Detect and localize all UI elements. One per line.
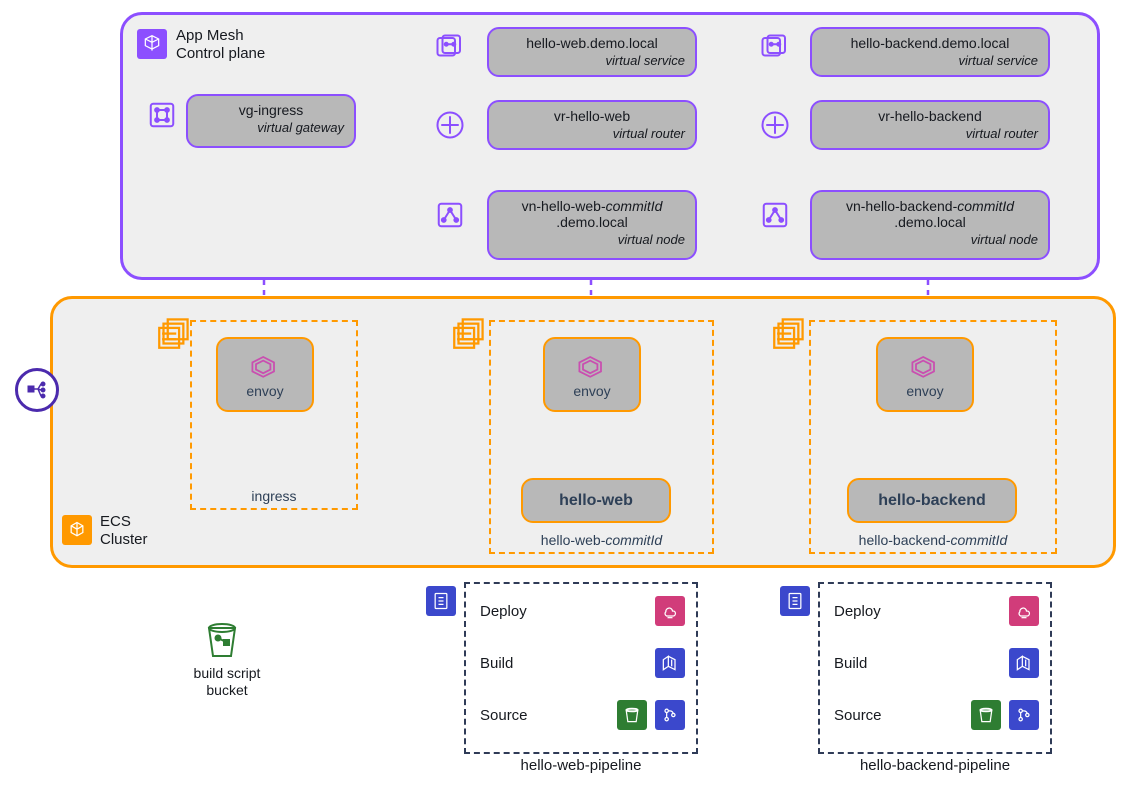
backend-node-name-pre: vn-hello-backend- — [846, 198, 957, 214]
appmesh-title-l1: App Mesh — [176, 27, 265, 45]
web-svc-name: hello-web.demo.local — [499, 35, 685, 51]
task-stack-icon — [155, 318, 189, 352]
ecs-title-l1: ECS — [100, 513, 148, 531]
hello-backend-group-pre: hello-backend- — [859, 532, 951, 548]
appmesh-title-l2: Control plane — [176, 45, 265, 63]
backend-node-type: virtual node — [822, 232, 1038, 247]
envoy-label: envoy — [906, 383, 943, 399]
web-node-name-commit: commitId — [606, 198, 663, 214]
backend-node-name-commit: commitId — [957, 198, 1014, 214]
virtual-gateway-icon — [147, 100, 177, 130]
hello-web-group-label: hello-web-commitId — [491, 532, 712, 548]
appmesh-title: App Mesh Control plane — [176, 27, 265, 63]
s3-icon — [617, 700, 647, 730]
hello-backend-group-commit: commitId — [951, 532, 1008, 548]
envoy-label: envoy — [246, 383, 283, 399]
backend-svc-type: virtual service — [822, 53, 1038, 68]
web-node-type: virtual node — [499, 232, 685, 247]
bucket-label-l1: build script — [182, 665, 272, 682]
web-build-row: Build — [480, 648, 685, 678]
envoy-backend-box: envoy — [876, 337, 974, 412]
backend-virtual-router-node: vr-hello-backend virtual router — [810, 100, 1050, 150]
vg-ingress-type: virtual gateway — [198, 120, 344, 135]
envoy-icon — [574, 351, 610, 381]
web-deploy-row: Deploy — [480, 596, 685, 626]
web-router-name: vr-hello-web — [499, 108, 685, 124]
internet-gateway-icon — [15, 368, 59, 412]
hello-backend-box: hello-backend — [847, 478, 1017, 523]
hello-backend-group-label: hello-backend-commitId — [811, 532, 1055, 548]
backend-router-name: vr-hello-backend — [822, 108, 1038, 124]
codepipeline-icon — [780, 586, 810, 616]
ecs-icon — [62, 515, 92, 545]
backend-virtual-node: vn-hello-backend-commitId .demo.local vi… — [810, 190, 1050, 260]
deploy-label: Deploy — [480, 603, 527, 620]
codepipeline-icon — [426, 586, 456, 616]
virtual-router-icon — [760, 110, 790, 140]
backend-deploy-row: Deploy — [834, 596, 1039, 626]
cloudformation-icon — [1009, 596, 1039, 626]
hello-backend-pipeline-label: hello-backend-pipeline — [820, 757, 1050, 774]
envoy-label: envoy — [573, 383, 610, 399]
hello-web-group-pre: hello-web- — [541, 532, 606, 548]
web-node-name: vn-hello-web-commitId .demo.local — [499, 198, 685, 230]
source-label: Source — [480, 707, 528, 724]
vg-ingress-node: vg-ingress virtual gateway — [186, 94, 356, 148]
s3-bucket-icon — [204, 620, 240, 660]
envoy-web-box: envoy — [543, 337, 641, 412]
web-node-name-post: .demo.local — [556, 214, 628, 230]
virtual-node-icon — [435, 200, 465, 230]
hello-backend-box-label: hello-backend — [878, 492, 986, 510]
backend-svc-name: hello-backend.demo.local — [822, 35, 1038, 51]
codecommit-icon — [1009, 700, 1039, 730]
hello-web-group-commit: commitId — [605, 532, 662, 548]
virtual-node-icon — [760, 200, 790, 230]
backend-router-type: virtual router — [822, 126, 1038, 141]
bucket-label-l2: bucket — [182, 682, 272, 699]
hello-web-box-label: hello-web — [559, 492, 633, 510]
bucket-label: build script bucket — [182, 665, 272, 699]
codebuild-icon — [655, 648, 685, 678]
deploy-label: Deploy — [834, 603, 881, 620]
virtual-router-icon — [435, 110, 465, 140]
codecommit-icon — [655, 700, 685, 730]
web-node-name-pre: vn-hello-web- — [522, 198, 606, 214]
task-stack-icon — [770, 318, 804, 352]
task-stack-icon — [450, 318, 484, 352]
virtual-service-icon — [435, 33, 465, 63]
backend-build-row: Build — [834, 648, 1039, 678]
backend-source-row: Source — [834, 700, 1039, 730]
backend-virtual-service-node: hello-backend.demo.local virtual service — [810, 27, 1050, 77]
ecs-title: ECS Cluster — [100, 513, 148, 549]
backend-node-name-post: .demo.local — [894, 214, 966, 230]
web-svc-type: virtual service — [499, 53, 685, 68]
hello-web-box: hello-web — [521, 478, 671, 523]
envoy-ingress-box: envoy — [216, 337, 314, 412]
backend-node-name: vn-hello-backend-commitId .demo.local — [822, 198, 1038, 230]
web-source-row: Source — [480, 700, 685, 730]
ingress-group-label: ingress — [192, 488, 356, 504]
codebuild-icon — [1009, 648, 1039, 678]
build-label: Build — [480, 655, 513, 672]
s3-icon — [971, 700, 1001, 730]
web-virtual-service-node: hello-web.demo.local virtual service — [487, 27, 697, 77]
appmesh-icon — [137, 29, 167, 59]
hello-web-pipeline-label: hello-web-pipeline — [466, 757, 696, 774]
envoy-icon — [247, 351, 283, 381]
web-virtual-router-node: vr-hello-web virtual router — [487, 100, 697, 150]
envoy-icon — [907, 351, 943, 381]
ecs-title-l2: Cluster — [100, 531, 148, 549]
vg-ingress-name: vg-ingress — [198, 102, 344, 118]
web-router-type: virtual router — [499, 126, 685, 141]
build-label: Build — [834, 655, 867, 672]
virtual-service-icon — [760, 33, 790, 63]
cloudformation-icon — [655, 596, 685, 626]
web-virtual-node: vn-hello-web-commitId .demo.local virtua… — [487, 190, 697, 260]
source-label: Source — [834, 707, 882, 724]
